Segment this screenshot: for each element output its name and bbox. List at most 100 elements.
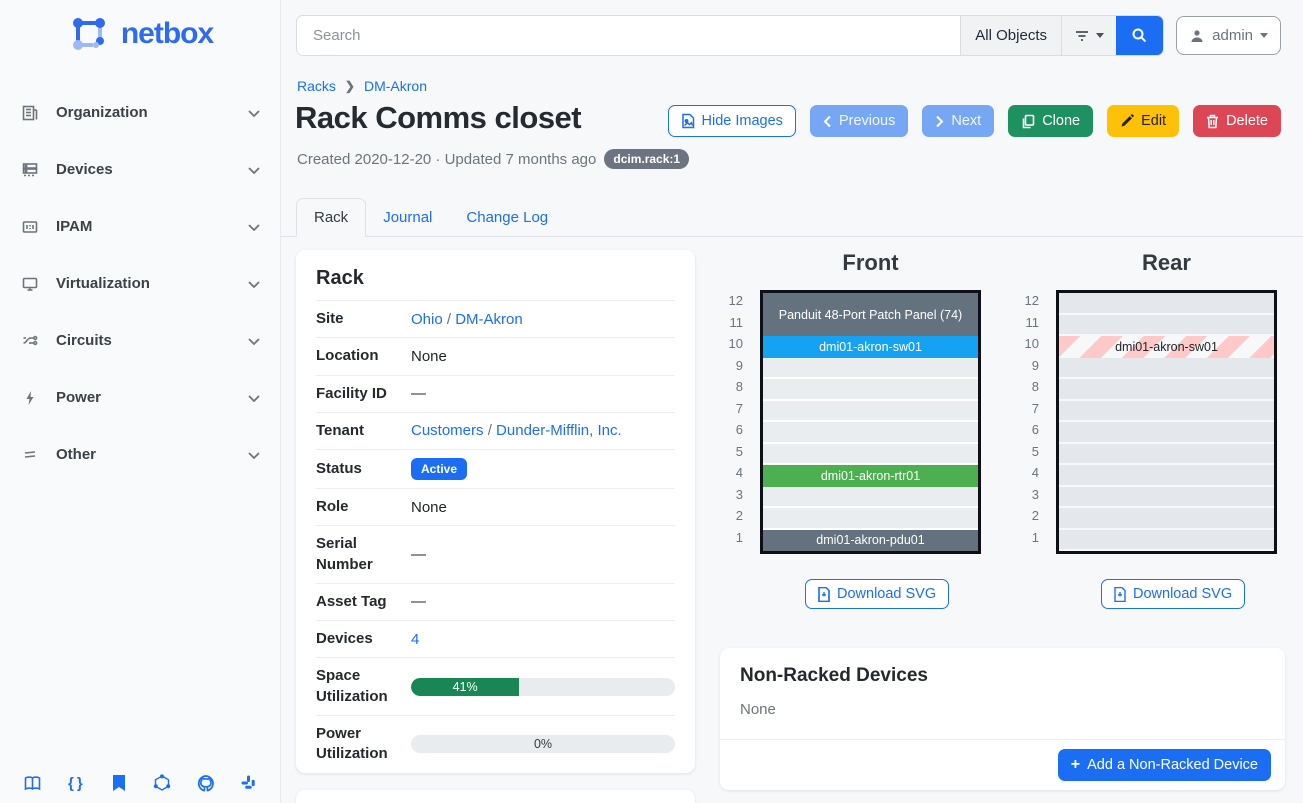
sidebar-item-power[interactable]: Power bbox=[18, 369, 262, 426]
rack-device[interactable]: dmi01-akron-sw01 bbox=[1059, 336, 1274, 358]
rack-device[interactable]: dmi01-akron-rtr01 bbox=[763, 465, 978, 487]
tenant-link[interactable]: Dunder-Mifflin, Inc. bbox=[496, 422, 622, 439]
rack-slot-empty[interactable] bbox=[1059, 358, 1274, 380]
separator: / bbox=[447, 311, 451, 328]
hide-images-button[interactable]: Hide Images bbox=[668, 105, 796, 137]
search-input[interactable] bbox=[297, 16, 960, 55]
sidebar-nav: Organization Devices IPAM bbox=[0, 62, 280, 483]
rack-slot-empty[interactable] bbox=[763, 401, 978, 423]
rack-slot-empty[interactable] bbox=[1059, 487, 1274, 509]
unit-number: 1 bbox=[705, 527, 745, 549]
tenant-group-link[interactable]: Customers bbox=[411, 422, 484, 439]
previous-button[interactable]: Previous bbox=[810, 105, 908, 137]
filter-icon bbox=[1074, 29, 1090, 43]
rack-slot-empty[interactable] bbox=[1059, 315, 1274, 337]
netbox-logo[interactable]: netbox bbox=[0, 0, 280, 62]
sidebar-item-circuits[interactable]: Circuits bbox=[18, 312, 262, 369]
breadcrumb: Racks ❯ DM-Akron bbox=[297, 78, 427, 94]
tab-rack[interactable]: Rack bbox=[296, 198, 366, 237]
github-icon[interactable] bbox=[196, 773, 216, 793]
attr-tenant: Tenant Customers / Dunder-Mifflin, Inc. bbox=[316, 412, 675, 449]
edit-button[interactable]: Edit bbox=[1107, 105, 1179, 137]
unit-number: 8 bbox=[705, 376, 745, 398]
attr-role: Role None bbox=[316, 488, 675, 525]
rack-slot-empty[interactable] bbox=[1059, 530, 1274, 552]
rack-device[interactable]: dmi01-akron-sw01 bbox=[763, 336, 978, 358]
front-elevation-title: Front bbox=[760, 250, 981, 276]
user-menu-button[interactable]: admin bbox=[1176, 16, 1281, 55]
rack-slot-empty[interactable] bbox=[763, 508, 978, 530]
rack-slot-empty[interactable] bbox=[1059, 508, 1274, 530]
attr-location: Location None bbox=[316, 337, 675, 374]
search-scope-button[interactable]: All Objects bbox=[960, 16, 1061, 55]
rack-slot-empty[interactable] bbox=[763, 379, 978, 401]
front-download-svg-button[interactable]: Download SVG bbox=[805, 579, 949, 609]
sidebar-item-devices[interactable]: Devices bbox=[18, 141, 262, 198]
circuits-icon bbox=[20, 331, 40, 351]
breadcrumb-racks[interactable]: Racks bbox=[297, 78, 336, 94]
slack-icon[interactable] bbox=[239, 773, 259, 793]
attr-label: Asset Tag bbox=[316, 592, 411, 612]
space-utilization-bar: 41% bbox=[411, 678, 675, 696]
status-badge: Active bbox=[411, 458, 467, 480]
rack-slot-empty[interactable] bbox=[1059, 401, 1274, 423]
breadcrumb-dm-akron[interactable]: DM-Akron bbox=[364, 78, 427, 94]
rack-slot-empty[interactable] bbox=[763, 444, 978, 466]
unit-number: 12 bbox=[1001, 290, 1041, 312]
clone-label: Clone bbox=[1042, 113, 1080, 129]
site-link[interactable]: DM-Akron bbox=[455, 311, 523, 328]
next-button[interactable]: Next bbox=[922, 105, 994, 137]
download-svg-label: Download SVG bbox=[1133, 586, 1232, 602]
clone-button[interactable]: Clone bbox=[1008, 105, 1093, 137]
chevron-down-icon bbox=[246, 105, 262, 121]
search-submit-button[interactable] bbox=[1116, 16, 1163, 55]
unit-number: 9 bbox=[1001, 355, 1041, 377]
rack-slot-empty[interactable] bbox=[763, 487, 978, 509]
trash-icon bbox=[1206, 114, 1219, 129]
chevron-right-icon bbox=[935, 115, 944, 128]
attr-label: Serial Number bbox=[316, 534, 411, 575]
attr-space-utilization: Space Utilization 41% bbox=[316, 657, 675, 715]
rack-slot-empty[interactable] bbox=[1059, 444, 1274, 466]
attr-asset-tag: Asset Tag — bbox=[316, 583, 675, 620]
rear-download-svg-button[interactable]: Download SVG bbox=[1101, 579, 1245, 609]
attr-facility-id: Facility ID — bbox=[316, 375, 675, 412]
power-utilization-bar: 0% bbox=[411, 735, 675, 753]
plus-icon: + bbox=[1071, 756, 1080, 774]
main-content: All Objects admin Racks bbox=[281, 0, 1303, 803]
chevron-down-icon bbox=[246, 447, 262, 463]
rack-slot-empty[interactable] bbox=[1059, 293, 1274, 315]
search-filter-button[interactable] bbox=[1061, 16, 1116, 55]
sidebar-item-other[interactable]: Other bbox=[18, 426, 262, 483]
site-group-link[interactable]: Ohio bbox=[411, 311, 443, 328]
rack-slot-empty[interactable] bbox=[763, 422, 978, 444]
attr-site: Site Ohio / DM-Akron bbox=[316, 300, 675, 337]
edit-label: Edit bbox=[1141, 113, 1166, 129]
rack-slot-empty[interactable] bbox=[1059, 422, 1274, 444]
rack-slot-empty[interactable] bbox=[763, 358, 978, 380]
add-non-racked-device-button[interactable]: + Add a Non-Racked Device bbox=[1058, 749, 1271, 781]
attr-label: Status bbox=[316, 459, 411, 479]
rest-api-icon[interactable]: { } bbox=[65, 773, 85, 793]
tab-change-log[interactable]: Change Log bbox=[449, 199, 565, 236]
server-icon bbox=[20, 160, 40, 180]
docs-icon[interactable] bbox=[22, 773, 42, 793]
unit-number: 7 bbox=[1001, 398, 1041, 420]
rack-slot-empty[interactable] bbox=[1059, 465, 1274, 487]
image-icon bbox=[681, 113, 695, 129]
unit-number: 5 bbox=[705, 441, 745, 463]
api-docs-icon[interactable] bbox=[109, 773, 129, 793]
tab-journal[interactable]: Journal bbox=[366, 199, 449, 236]
rack-slot-empty[interactable] bbox=[1059, 379, 1274, 401]
sidebar-item-ipam[interactable]: IPAM bbox=[18, 198, 262, 255]
rack-device[interactable]: Panduit 48-Port Patch Panel (74) bbox=[763, 293, 978, 336]
sidebar-item-organization[interactable]: Organization bbox=[18, 84, 262, 141]
rear-unit-labels: 121110987654321 bbox=[1001, 290, 1041, 548]
rack-device[interactable]: dmi01-akron-pdu01 bbox=[763, 530, 978, 552]
devices-count-link[interactable]: 4 bbox=[411, 631, 419, 648]
graphql-icon[interactable] bbox=[152, 773, 172, 793]
user-icon bbox=[1189, 28, 1205, 44]
attr-serial-number: Serial Number — bbox=[316, 525, 675, 583]
delete-button[interactable]: Delete bbox=[1193, 105, 1281, 137]
sidebar-item-virtualization[interactable]: Virtualization bbox=[18, 255, 262, 312]
